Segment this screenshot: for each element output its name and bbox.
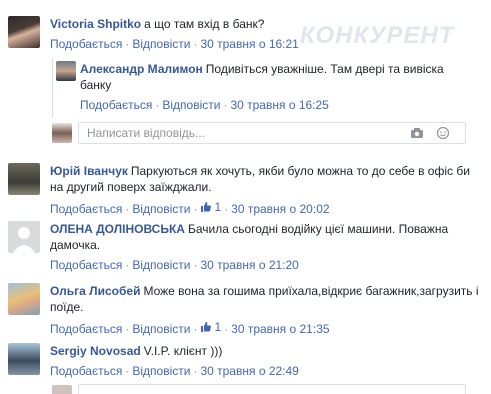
avatar[interactable]: [8, 16, 40, 48]
like-link[interactable]: Подобається: [50, 202, 122, 216]
timestamp[interactable]: 30 травня о 20:02: [231, 202, 329, 216]
avatar: [52, 385, 72, 394]
comment: Ольга Лисобей Може вона за гошима приїхал…: [50, 283, 480, 337]
timestamp[interactable]: 30 травня о 16:21: [200, 37, 298, 51]
camera-icon[interactable]: [410, 127, 424, 139]
comment-text: а що там вхід в банк?: [144, 17, 265, 31]
avatar: [52, 123, 72, 143]
comment: Sergiy Novosad V.I.P. клієнт ))) Подобаєт…: [50, 343, 480, 379]
thumbs-up-icon: [201, 202, 212, 212]
avatar[interactable]: [8, 163, 40, 195]
like-count[interactable]: 1: [200, 319, 221, 335]
like-link[interactable]: Подобається: [50, 364, 122, 378]
author-link[interactable]: ОЛЕНА ДОЛІНОВСЬКА: [50, 222, 185, 236]
avatar[interactable]: [8, 221, 40, 253]
timestamp[interactable]: 30 травня о 21:35: [231, 322, 329, 336]
timestamp[interactable]: 30 травня о 16:25: [230, 98, 328, 112]
like-link[interactable]: Подобається: [50, 322, 122, 336]
reply-link[interactable]: Відповісти: [132, 364, 190, 378]
comment-actions: Подобається · Відповісти · 30 травня о 16:21: [50, 37, 299, 51]
avatar[interactable]: [8, 343, 40, 375]
comment-actions: Подобається · Відповісти · 30 травня о 21:20: [50, 258, 299, 272]
reply-link[interactable]: Відповісти: [132, 202, 190, 216]
avatar[interactable]: [8, 283, 40, 315]
comment-actions: Подобається · Відповісти · 1 · 30 травня о 21:…: [50, 319, 330, 336]
reply-input-placeholder: Написати відповідь...: [87, 126, 205, 140]
author-link[interactable]: Victoria Shpitko: [50, 17, 141, 31]
default-avatar-icon: [13, 227, 35, 253]
reply-thread-line: [52, 58, 53, 118]
author-link[interactable]: Александр Малимон: [80, 62, 203, 76]
emoji-icon[interactable]: [436, 127, 450, 139]
like-link[interactable]: Подобається: [50, 37, 122, 51]
like-count[interactable]: 1: [200, 199, 221, 215]
reply-link[interactable]: Відповісти: [132, 37, 190, 51]
timestamp[interactable]: 30 травня о 21:20: [200, 258, 298, 272]
timestamp[interactable]: 30 травня о 22:49: [200, 364, 298, 378]
reply-link[interactable]: Відповісти: [132, 322, 190, 336]
thumbs-up-icon: [201, 322, 212, 332]
comment-actions: Подобається · Відповісти · 30 травня о 16:25: [80, 98, 329, 112]
author-link[interactable]: Юрій Іванчук: [50, 164, 128, 178]
comment: Victoria Shpitko а що там вхід в банк? По…: [50, 16, 480, 52]
author-link[interactable]: Sergiy Novosad: [50, 344, 141, 358]
author-link[interactable]: Ольга Лисобей: [50, 284, 140, 298]
comment-actions: Подобається · Відповісти · 1 · 30 травня о 20:…: [50, 199, 330, 216]
like-link[interactable]: Подобається: [80, 98, 152, 112]
like-link[interactable]: Подобається: [50, 258, 122, 272]
comment-actions: Подобається · Відповісти · 30 травня о 22:49: [50, 364, 299, 378]
avatar[interactable]: [56, 61, 76, 81]
comment: Юрій Іванчук Паркуються як хочуть, якби б…: [50, 163, 480, 217]
reply-comment: Александр Малимон Подивіться уважніше. Та…: [80, 61, 460, 113]
comment: ОЛЕНА ДОЛІНОВСЬКА Бачила сьогодні водійку…: [50, 221, 480, 273]
reply-input[interactable]: [78, 384, 466, 394]
reply-link[interactable]: Відповісти: [132, 258, 190, 272]
reply-link[interactable]: Відповісти: [162, 98, 220, 112]
reply-input[interactable]: Написати відповідь...: [78, 122, 466, 144]
comment-text: V.I.P. клієнт ))): [143, 344, 223, 358]
